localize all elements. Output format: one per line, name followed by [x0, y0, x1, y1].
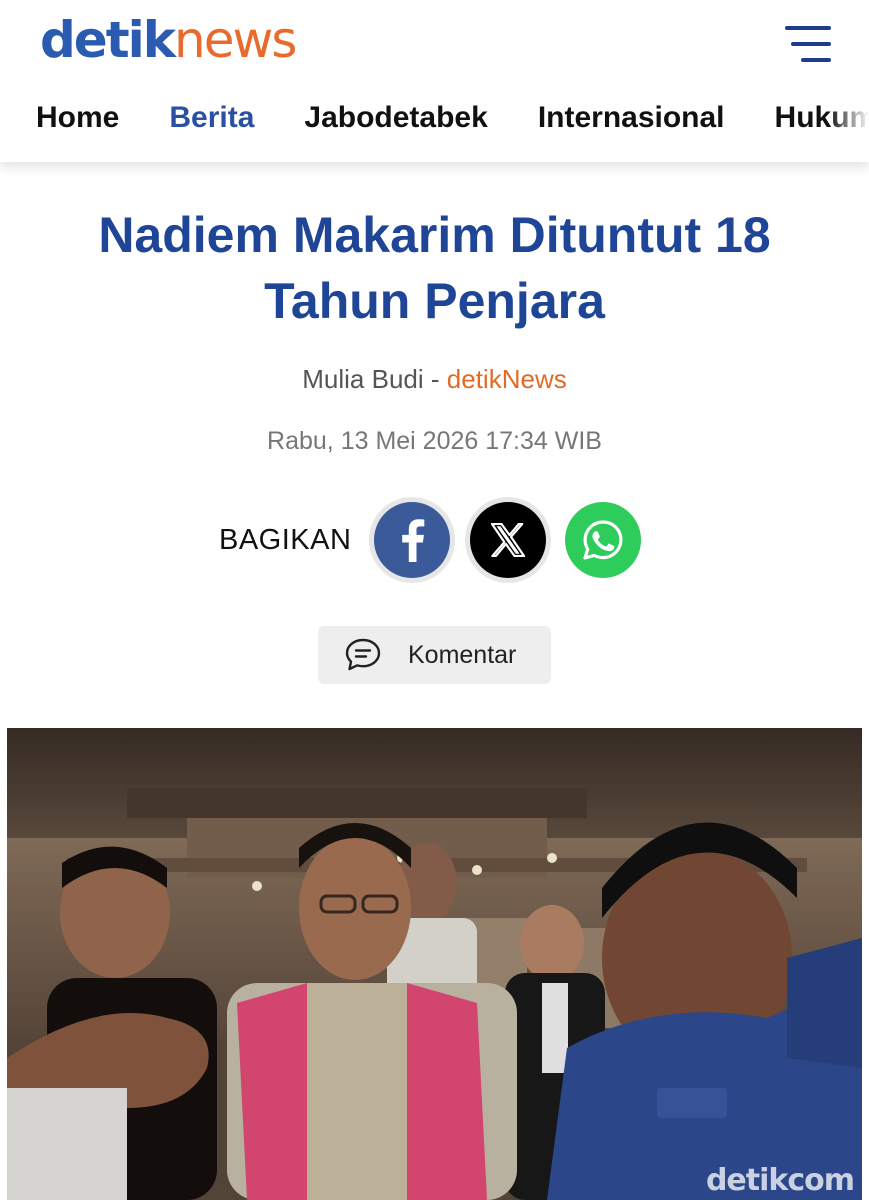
comment-label: Komentar	[408, 641, 517, 669]
photo-watermark: detikcom	[705, 1163, 855, 1198]
publish-date: Rabu, 13 Mei 2026 17:34 WIB	[267, 427, 602, 455]
nav-item-internasional[interactable]: Internasional	[538, 96, 725, 140]
article-title: Nadiem Makarim Dituntut 18 Tahun Penjara	[98, 207, 771, 329]
article-photo[interactable]: detikcom	[7, 728, 862, 1200]
nav-item-home[interactable]: Home	[36, 96, 119, 140]
whatsapp-icon	[583, 520, 623, 560]
courtroom-photo-illustration	[7, 728, 862, 1200]
comment-button[interactable]: Komentar	[318, 626, 551, 684]
comment-bubble-icon	[345, 638, 381, 671]
detiknews-logo[interactable]: detiknews	[40, 10, 297, 70]
site-header: detiknews Home Berita Jabodetabek Internasi…	[0, 0, 869, 162]
nav-item-jabodetabek[interactable]: Jabodetabek	[304, 96, 487, 140]
whatsapp-share-button[interactable]	[565, 502, 641, 578]
x-share-button[interactable]	[470, 502, 546, 578]
x-icon	[490, 523, 526, 557]
nav-item-berita[interactable]: Berita	[169, 96, 254, 140]
source-link[interactable]: detikNews	[447, 364, 567, 394]
logo-detik-text: detik	[40, 11, 176, 69]
author-name: Mulia Budi	[302, 364, 424, 394]
article-byline: Mulia Budi - detikNews	[0, 362, 869, 396]
logo-news-text: news	[174, 11, 297, 69]
facebook-icon	[402, 519, 425, 562]
byline-separator: -	[423, 364, 447, 394]
facebook-share-button[interactable]	[374, 502, 450, 578]
share-label: BAGIKAN	[219, 524, 352, 556]
category-nav: Home Berita Jabodetabek Internasional Hukum	[36, 96, 869, 140]
nav-scroll-fade	[829, 96, 869, 140]
hamburger-menu-icon[interactable]	[785, 26, 831, 64]
